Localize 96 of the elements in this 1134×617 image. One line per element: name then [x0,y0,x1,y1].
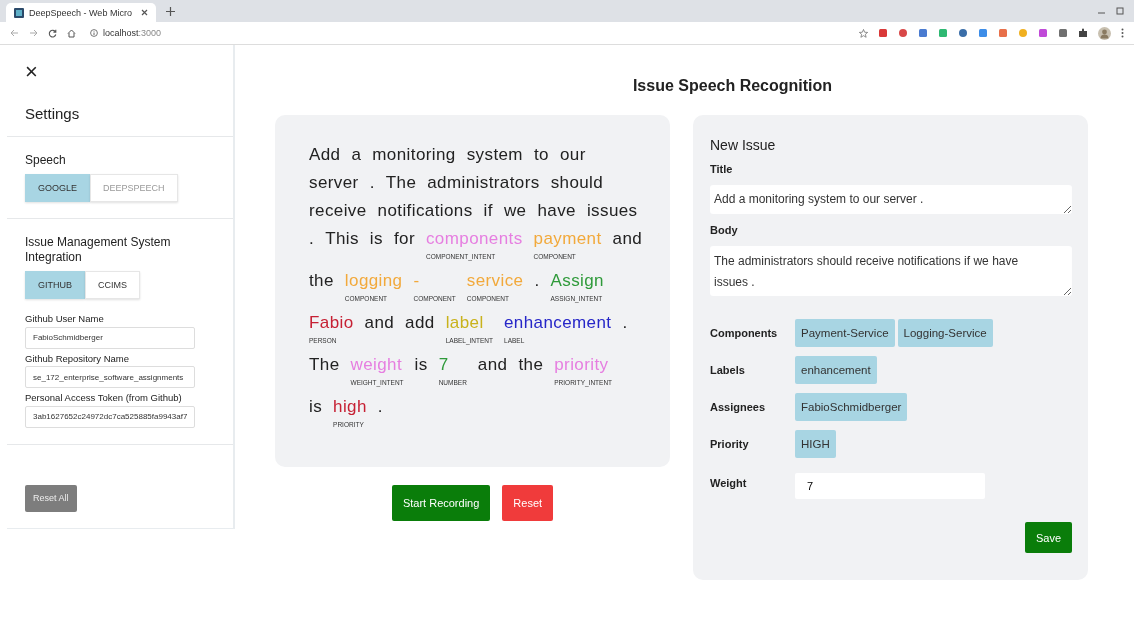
transcript-word: system [466,144,523,166]
back-icon[interactable] [10,29,19,37]
save-button[interactable]: Save [1024,522,1072,553]
transcript-word: and [612,228,643,250]
transcript-word: logging [344,270,403,292]
star-icon[interactable] [859,28,868,38]
browser-tab[interactable]: DeepSpeech - Web Micro [6,3,156,22]
input-field[interactable]: se_172_enterprise_software_assignments [25,366,195,388]
field-label: Weight [710,477,748,489]
transcript-word: have [537,200,576,222]
chip[interactable]: HIGH [795,430,836,458]
field-label: Body [710,224,739,236]
reset-all-button[interactable]: Reset All [25,484,77,512]
transcript-word: Fabio [309,312,354,334]
field-label: Github Repository Name [25,352,131,364]
input-field[interactable]: FabioSchmidberger [25,326,195,349]
transcript-word: receive [309,200,367,222]
field-label: Github User Name [25,313,105,324]
section-heading: Issue Management System Integration [25,235,172,265]
forward-icon[interactable] [29,29,38,37]
transcript-word: is [369,228,383,250]
transcript-word: the [518,354,544,376]
transcript-word: . [377,396,383,418]
field-label: Assignees [710,401,767,413]
transcript-word: add [405,312,435,334]
tab-title: DeepSpeech - Web Micro [29,7,133,18]
chip[interactable]: FabioSchmidberger [795,393,908,421]
sidebar-title: Settings [25,105,81,122]
transcript-word: priority [554,354,610,376]
transcript-word: Assign [550,270,604,292]
transcript-word: if [483,200,493,222]
transcript-word: label [445,312,485,334]
transcript-word: the [309,270,334,292]
transcript-word: issues [586,200,638,222]
transcript-word: weight [350,354,404,376]
transcript-word: . [309,228,315,250]
system-option-toggle[interactable]: CCIMS [85,271,140,299]
weight-field[interactable]: 7 [795,473,985,499]
transcript-word: and [477,354,508,376]
transcript-word: notifications [377,200,473,222]
chip[interactable]: Logging-Service [897,319,993,347]
new-tab-icon[interactable] [166,6,175,16]
url-text[interactable]: localhost:3000 [90,28,162,38]
transcript-word: server [309,172,359,194]
close-button[interactable]: × [25,61,38,83]
transcript-word: should [550,172,604,194]
field-label: Priority [710,438,750,450]
section-heading: Speech [25,153,67,168]
card-heading: New Issue [710,137,777,153]
transcript-word: our [559,144,586,166]
transcript-word: is [309,396,323,418]
transcript-word: payment [533,228,602,250]
transcript-word: The [309,354,340,376]
start-recording-button[interactable]: Start Recording [391,485,491,521]
transcript-word: to [533,144,549,166]
transcript-word: monitoring [372,144,456,166]
transcript-word: enhancement [504,312,612,334]
transcript-word: Add [309,144,341,166]
chip[interactable]: enhancement [795,356,877,384]
title-field[interactable]: Add a monitoring system to our server . [710,185,1072,214]
body-field[interactable]: The administrators should receive notifications if we have issues . [710,246,1072,296]
reset-button[interactable]: Reset [502,485,554,521]
transcript-word: is [414,354,428,376]
transcript-word: service [466,270,524,292]
transcript-word: - [413,270,421,292]
puzzle-icon[interactable] [1078,28,1088,38]
speech-option-toggle[interactable]: GOOGLE [25,174,90,202]
reload-icon[interactable] [48,28,57,38]
transcript-word: 7 [438,354,450,376]
transcript-word: and [364,312,395,334]
transcript-word: . [534,270,540,292]
profile-avatar-icon[interactable] [1098,26,1111,40]
transcript-word: components [425,228,523,250]
transcript-word: we [503,200,527,222]
transcript-word: administrators [427,172,540,194]
transcript-word: The [385,172,417,194]
field-label: Components [710,327,779,339]
home-icon[interactable] [67,28,76,38]
chip[interactable]: Payment-Service [795,319,895,347]
page-title: Issue Speech Recognition [632,77,833,95]
field-label: Title [710,163,734,175]
transcript-word: a [351,144,362,166]
input-field[interactable]: 3ab1627652c24972dc7ca525885fa9943af7 [25,405,195,428]
transcript-word: for [393,228,415,250]
close-icon[interactable] [141,9,148,16]
field-label: Personal Access Token (from Github) [25,392,183,403]
transcript-word: . [622,312,628,334]
system-option-toggle[interactable]: GITHUB [25,271,85,299]
app-favicon-icon [14,7,24,18]
menu-icon[interactable] [1121,28,1124,38]
field-label: Labels [710,364,746,376]
maximize-icon[interactable] [1116,7,1124,15]
info-icon[interactable] [90,29,98,37]
transcript-word: high [333,396,367,418]
transcript-word: This [325,228,359,250]
transcript-word: . [369,172,375,194]
